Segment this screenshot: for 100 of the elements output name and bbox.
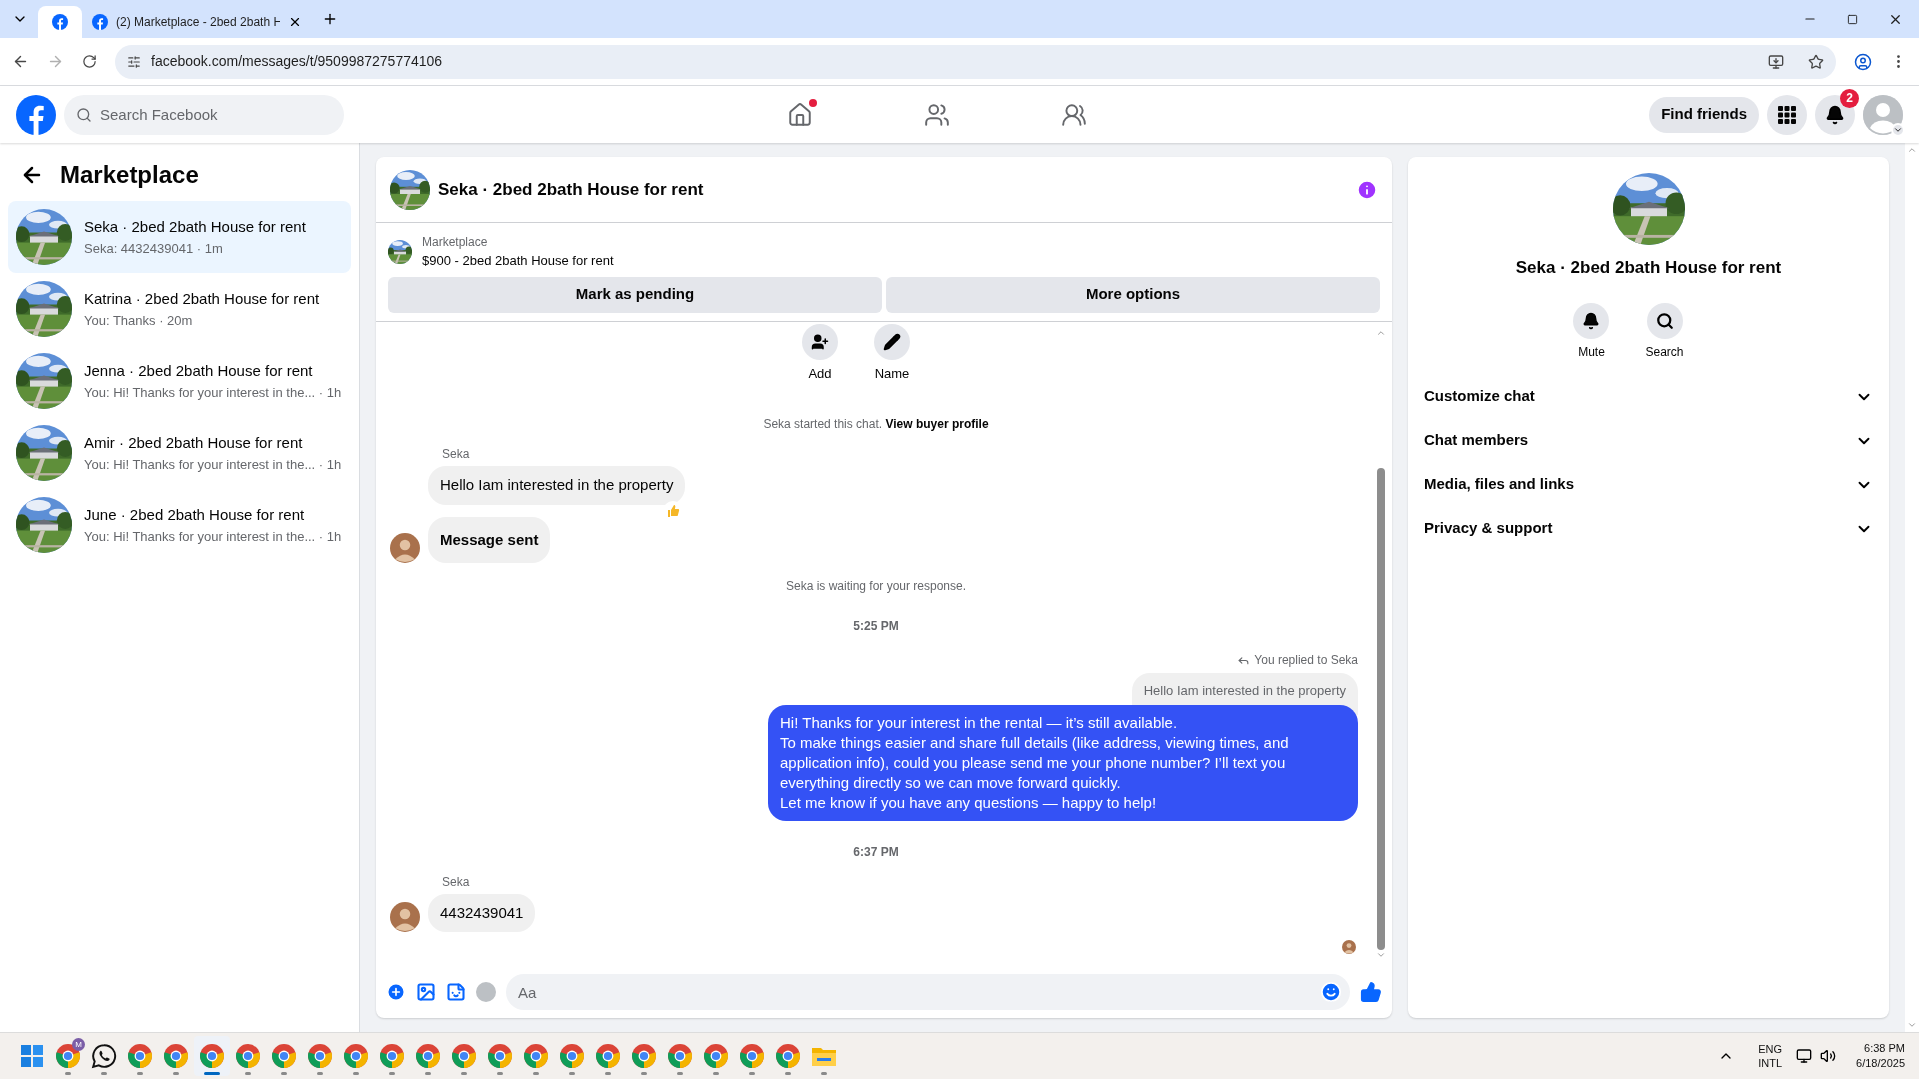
chrome-icon <box>667 1043 693 1069</box>
clock-time[interactable]: 6:38 PM <box>1864 1041 1905 1056</box>
notifications-button[interactable] <box>1815 94 1855 135</box>
new-tab-icon[interactable] <box>322 11 338 27</box>
user-icon <box>1863 94 1903 135</box>
chrome-icon <box>451 1043 477 1069</box>
install-app-icon[interactable] <box>1768 53 1784 70</box>
chrome-icon <box>235 1043 261 1069</box>
timestamp: 5:25 PM <box>853 618 899 635</box>
taskbar-button[interactable]: M <box>50 1036 86 1076</box>
close-tab-icon[interactable] <box>288 15 302 29</box>
back-icon[interactable] <box>12 53 29 70</box>
volume-icon[interactable] <box>1820 1048 1837 1064</box>
sticker-icon[interactable] <box>446 982 466 1002</box>
conversation-title: Seka · 2bed 2bath House for rent <box>84 217 306 237</box>
sender-name: Seka <box>442 873 471 891</box>
chrome-icon <box>523 1043 549 1069</box>
pinned-tab[interactable] <box>38 6 82 38</box>
sender-name: Seka <box>442 446 471 463</box>
listing-action-button[interactable]: Mark as pending <box>388 276 882 313</box>
chrome-icon <box>487 1043 513 1069</box>
listing-label: Marketplace <box>422 234 489 251</box>
network-icon[interactable] <box>1796 1048 1813 1064</box>
conversation-title: Amir · 2bed 2bath House for rent <box>84 433 304 453</box>
incoming-message: Message sent <box>428 516 551 563</box>
find-friends-button[interactable]: Find friends <box>1649 96 1759 133</box>
conversation-item[interactable]: Seka · 2bed 2bath House for rent Seka: 4432439041 · 1m <box>8 201 351 273</box>
facebook-logo[interactable] <box>16 94 56 135</box>
message-preview: You: Hi! Thanks for your interest in the... · 1h <box>84 527 342 546</box>
conversation-item[interactable]: Amir · 2bed 2bath House for rent You: Hi! Thanks for your interest in the... · 1h <box>8 417 351 489</box>
chrome-icon <box>163 1043 189 1069</box>
avatar <box>390 902 420 932</box>
chrome-icon <box>595 1043 621 1069</box>
chrome-icon <box>55 1043 81 1069</box>
outgoing-message: Hi! Thanks for your interest in the rental — it’s still available. To make things easier and share full details (like address, viewing times, and application info), could you please send me your phone number? I’ll text you everything directly so we can move forward quickly. Let me know if you have any questions — happy to help! <box>768 704 1358 821</box>
chrome-icon <box>703 1043 729 1069</box>
details-title: Seka · 2bed 2bath House for rent <box>1515 257 1782 279</box>
view-buyer-profile-link[interactable]: View buyer profile <box>885 417 989 431</box>
details-section[interactable]: Customize chat <box>1424 374 1873 419</box>
chat-notice: Seka started this chat. View buyer profile <box>762 416 990 433</box>
details-section[interactable]: Media, files and links <box>1424 462 1873 507</box>
sidebar-title: Marketplace <box>60 160 199 190</box>
search-icon <box>76 106 92 123</box>
info-icon[interactable] <box>1356 178 1378 201</box>
bell-icon <box>1825 104 1845 125</box>
chrome-icon <box>199 1043 225 1069</box>
profile-icon[interactable] <box>1854 52 1872 71</box>
clock-date[interactable]: 6/18/2025 <box>1856 1056 1905 1071</box>
details-section[interactable]: Chat members <box>1424 418 1873 463</box>
conversation-item[interactable]: Katrina · 2bed 2bath House for rent You: Thanks · 20m <box>8 273 351 345</box>
incoming-message: Hello Iam interested in the property <box>428 466 686 505</box>
chrome-icon <box>271 1043 297 1069</box>
conversation-item[interactable]: Jenna · 2bed 2bath House for rent You: Hi! Thanks for your interest in the... · 1h <box>8 345 351 417</box>
facebook-icon <box>92 14 108 30</box>
windows-icon <box>21 1045 43 1067</box>
keyboard-layout[interactable]: INTL <box>1758 1056 1783 1070</box>
profile-badge: M <box>72 1038 85 1051</box>
chrome-icon <box>307 1043 333 1069</box>
chrome-icon <box>775 1043 801 1069</box>
pencil-icon <box>883 332 901 351</box>
message-preview: Seka: 4432439041 · 1m <box>84 239 224 258</box>
search-field[interactable]: Search Facebook <box>64 94 344 135</box>
conversation-title: June · 2bed 2bath House for rent <box>84 505 306 525</box>
conversation-title: Jenna · 2bed 2bath House for rent <box>84 361 314 381</box>
like-icon[interactable] <box>1360 981 1382 1003</box>
details-section[interactable]: Privacy & support <box>1424 506 1873 551</box>
photo-icon[interactable] <box>416 982 436 1002</box>
conversation-title: Katrina · 2bed 2bath House for rent <box>84 289 320 309</box>
chrome-icon <box>739 1043 765 1069</box>
reply-label: You replied to Seka <box>1254 652 1358 669</box>
chrome-icon <box>343 1043 369 1069</box>
address-bar[interactable]: facebook.com/messages/t/9509987275774106 <box>115 44 1836 79</box>
bell-icon <box>1582 311 1601 330</box>
message-preview: You: Thanks · 20m <box>84 311 194 330</box>
whatsapp-icon <box>91 1043 117 1069</box>
add-person-icon <box>811 332 829 351</box>
message-input[interactable]: Aa <box>506 974 1350 1010</box>
chrome-icon <box>127 1043 153 1069</box>
people-icon[interactable] <box>923 101 950 128</box>
site-info-icon[interactable] <box>127 54 141 69</box>
facebook-icon <box>52 14 68 30</box>
chrome-icon <box>415 1043 441 1069</box>
reload-icon[interactable] <box>82 54 97 69</box>
search-icon <box>1655 311 1674 330</box>
listing-action-button[interactable]: More options <box>886 276 1380 313</box>
people-icon[interactable] <box>1060 101 1087 128</box>
restore-icon[interactable] <box>1847 13 1858 25</box>
listing-title: $900 - 2bed 2bath House for rent <box>422 252 614 270</box>
menu-button[interactable] <box>1767 94 1807 135</box>
avatar <box>390 533 420 563</box>
chat-notice: Seka is waiting for your response. <box>784 578 968 595</box>
language-indicator[interactable]: ENG <box>1758 1042 1783 1056</box>
chrome-icon <box>631 1043 657 1069</box>
emoji-icon[interactable] <box>1320 981 1342 1003</box>
bookmark-icon[interactable] <box>1808 53 1824 70</box>
timestamp: 6:37 PM <box>853 843 899 861</box>
house-icon[interactable] <box>786 101 813 128</box>
chrome-icon <box>379 1043 405 1069</box>
conversation-item[interactable]: June · 2bed 2bath House for rent You: Hi! Thanks for your interest in the... · 1h <box>8 489 351 561</box>
add-icon[interactable] <box>386 982 406 1002</box>
